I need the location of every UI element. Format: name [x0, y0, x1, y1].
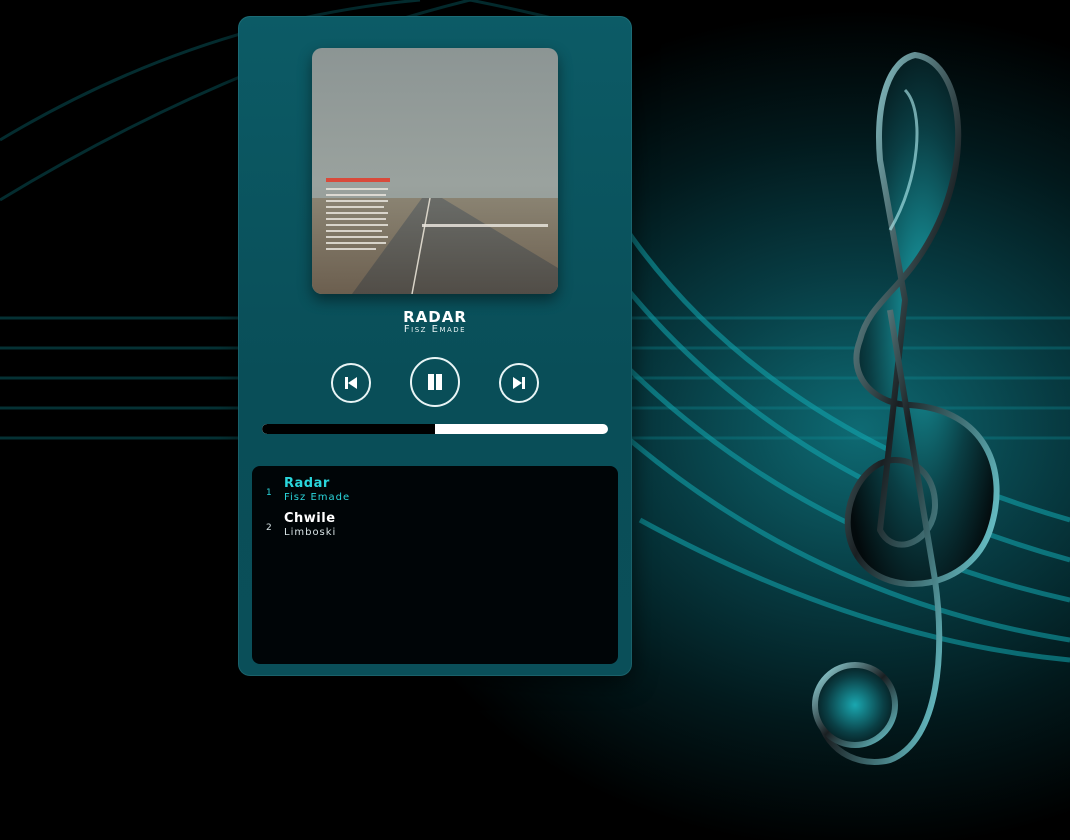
- track-artist: Fisz Emade: [284, 492, 351, 503]
- previous-track-button[interactable]: [331, 363, 371, 403]
- now-playing-artist: Fisz Emade: [403, 324, 467, 335]
- playlist-item[interactable]: 1 Radar Fisz Emade: [252, 476, 618, 508]
- play-pause-button[interactable]: [410, 357, 460, 407]
- skip-previous-icon: [345, 377, 357, 389]
- playlist-item[interactable]: 2 Chwile Limboski: [252, 511, 618, 543]
- track-number: 2: [266, 523, 272, 533]
- music-player-card: RADAR Fisz Emade 1 Radar Fisz Emade 2 Ch…: [238, 16, 632, 676]
- next-track-button[interactable]: [499, 363, 539, 403]
- app-background: RADAR Fisz Emade 1 Radar Fisz Emade 2 Ch…: [0, 0, 1070, 840]
- track-number: 1: [266, 488, 272, 498]
- album-cover-image: [312, 48, 558, 294]
- skip-next-icon: [513, 377, 525, 389]
- album-art: [312, 48, 558, 294]
- progress-bar-fill: [262, 424, 435, 434]
- pause-icon: [428, 374, 442, 390]
- progress-bar[interactable]: [262, 424, 608, 434]
- track-title: Chwile: [284, 511, 336, 526]
- playlist: 1 Radar Fisz Emade 2 Chwile Limboski: [252, 466, 618, 664]
- track-title: Radar: [284, 476, 330, 491]
- track-artist: Limboski: [284, 527, 337, 538]
